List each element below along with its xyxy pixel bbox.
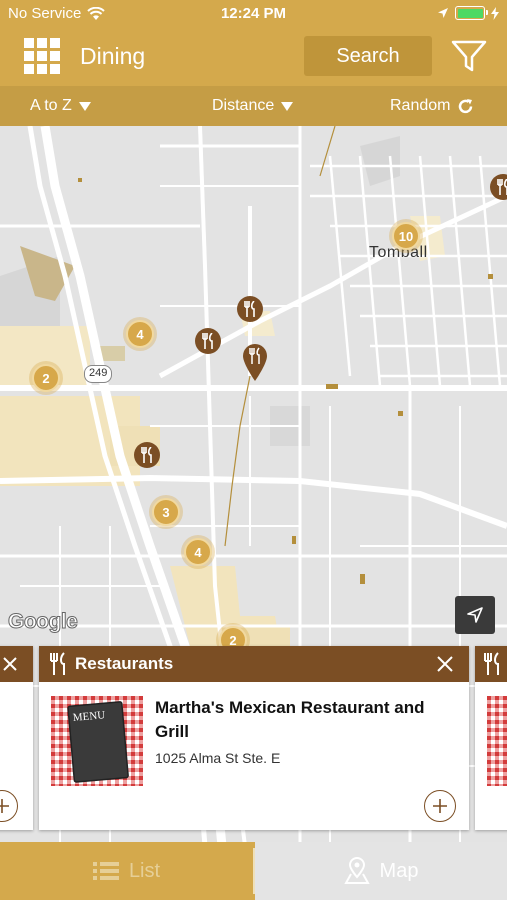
tab-list[interactable]: List bbox=[0, 842, 253, 900]
fork-knife-icon bbox=[497, 179, 507, 195]
sort-a-to-z-label: A to Z bbox=[30, 97, 72, 114]
map-pin-icon bbox=[343, 857, 370, 884]
charging-bolt-icon bbox=[491, 6, 499, 20]
battery-icon bbox=[455, 6, 488, 20]
map-cluster[interactable]: 3 bbox=[152, 498, 180, 526]
next-card[interactable] bbox=[475, 646, 507, 830]
card-header: Restaurants bbox=[39, 646, 469, 682]
fork-knife-icon bbox=[484, 652, 499, 675]
map-cluster[interactable]: 4 bbox=[184, 538, 212, 566]
grid-menu-icon[interactable] bbox=[24, 38, 60, 74]
selected-pin-icon[interactable] bbox=[241, 342, 269, 382]
menu-image bbox=[487, 696, 507, 786]
locate-me-button[interactable] bbox=[455, 596, 495, 634]
restaurant-marker[interactable] bbox=[134, 442, 160, 468]
tab-bar: List Map bbox=[0, 842, 507, 900]
add-icon[interactable] bbox=[424, 790, 456, 822]
map-cluster[interactable]: 10 bbox=[392, 222, 420, 250]
map-cluster[interactable]: 4 bbox=[126, 320, 154, 348]
previous-card[interactable] bbox=[0, 646, 33, 830]
chevron-down-icon bbox=[281, 101, 294, 111]
sort-random[interactable]: Random bbox=[390, 97, 474, 115]
close-icon[interactable] bbox=[2, 656, 18, 672]
refresh-icon bbox=[459, 98, 473, 113]
restaurant-marker[interactable] bbox=[237, 296, 263, 322]
fork-knife-icon bbox=[141, 447, 152, 463]
header: Dining Search bbox=[0, 28, 507, 86]
location-arrow-icon bbox=[438, 8, 448, 18]
page-title: Dining bbox=[80, 43, 146, 69]
restaurant-card[interactable]: Restaurants MENU Martha's Mexican Restau… bbox=[39, 646, 469, 830]
chevron-down-icon bbox=[78, 101, 91, 111]
search-button[interactable]: Search bbox=[304, 36, 432, 76]
card-category: Restaurants bbox=[75, 654, 174, 673]
map-cluster[interactable]: 2 bbox=[32, 364, 60, 392]
list-icon bbox=[92, 862, 119, 880]
add-icon[interactable] bbox=[0, 790, 18, 822]
status-bar: No Service 12:24 PM bbox=[0, 0, 507, 28]
restaurant-address: 1025 Alma St Ste. E bbox=[155, 750, 281, 766]
sort-bar: A to Z Distance Random bbox=[0, 86, 507, 126]
fork-knife-icon bbox=[50, 652, 65, 675]
filter-icon[interactable] bbox=[450, 38, 488, 74]
google-logo: Google bbox=[7, 610, 78, 634]
navigation-arrow-icon bbox=[467, 607, 483, 623]
fork-knife-icon bbox=[202, 333, 213, 349]
sort-distance[interactable]: Distance bbox=[212, 97, 294, 115]
menu-image: MENU bbox=[51, 696, 143, 786]
tab-map[interactable]: Map bbox=[255, 842, 507, 900]
sort-distance-label: Distance bbox=[212, 97, 275, 114]
tab-list-label: List bbox=[128, 859, 161, 882]
sort-random-label: Random bbox=[390, 97, 451, 114]
sort-a-to-z[interactable]: A to Z bbox=[30, 97, 91, 115]
highway-shield: 249 bbox=[84, 365, 113, 383]
fork-knife-icon bbox=[244, 301, 255, 317]
restaurant-marker[interactable] bbox=[195, 328, 221, 354]
clock: 12:24 PM bbox=[220, 5, 287, 22]
restaurant-name: Martha's Mexican Restaurant and Grill bbox=[155, 698, 425, 741]
tab-map-label: Map bbox=[379, 859, 419, 882]
close-icon[interactable] bbox=[436, 655, 454, 673]
